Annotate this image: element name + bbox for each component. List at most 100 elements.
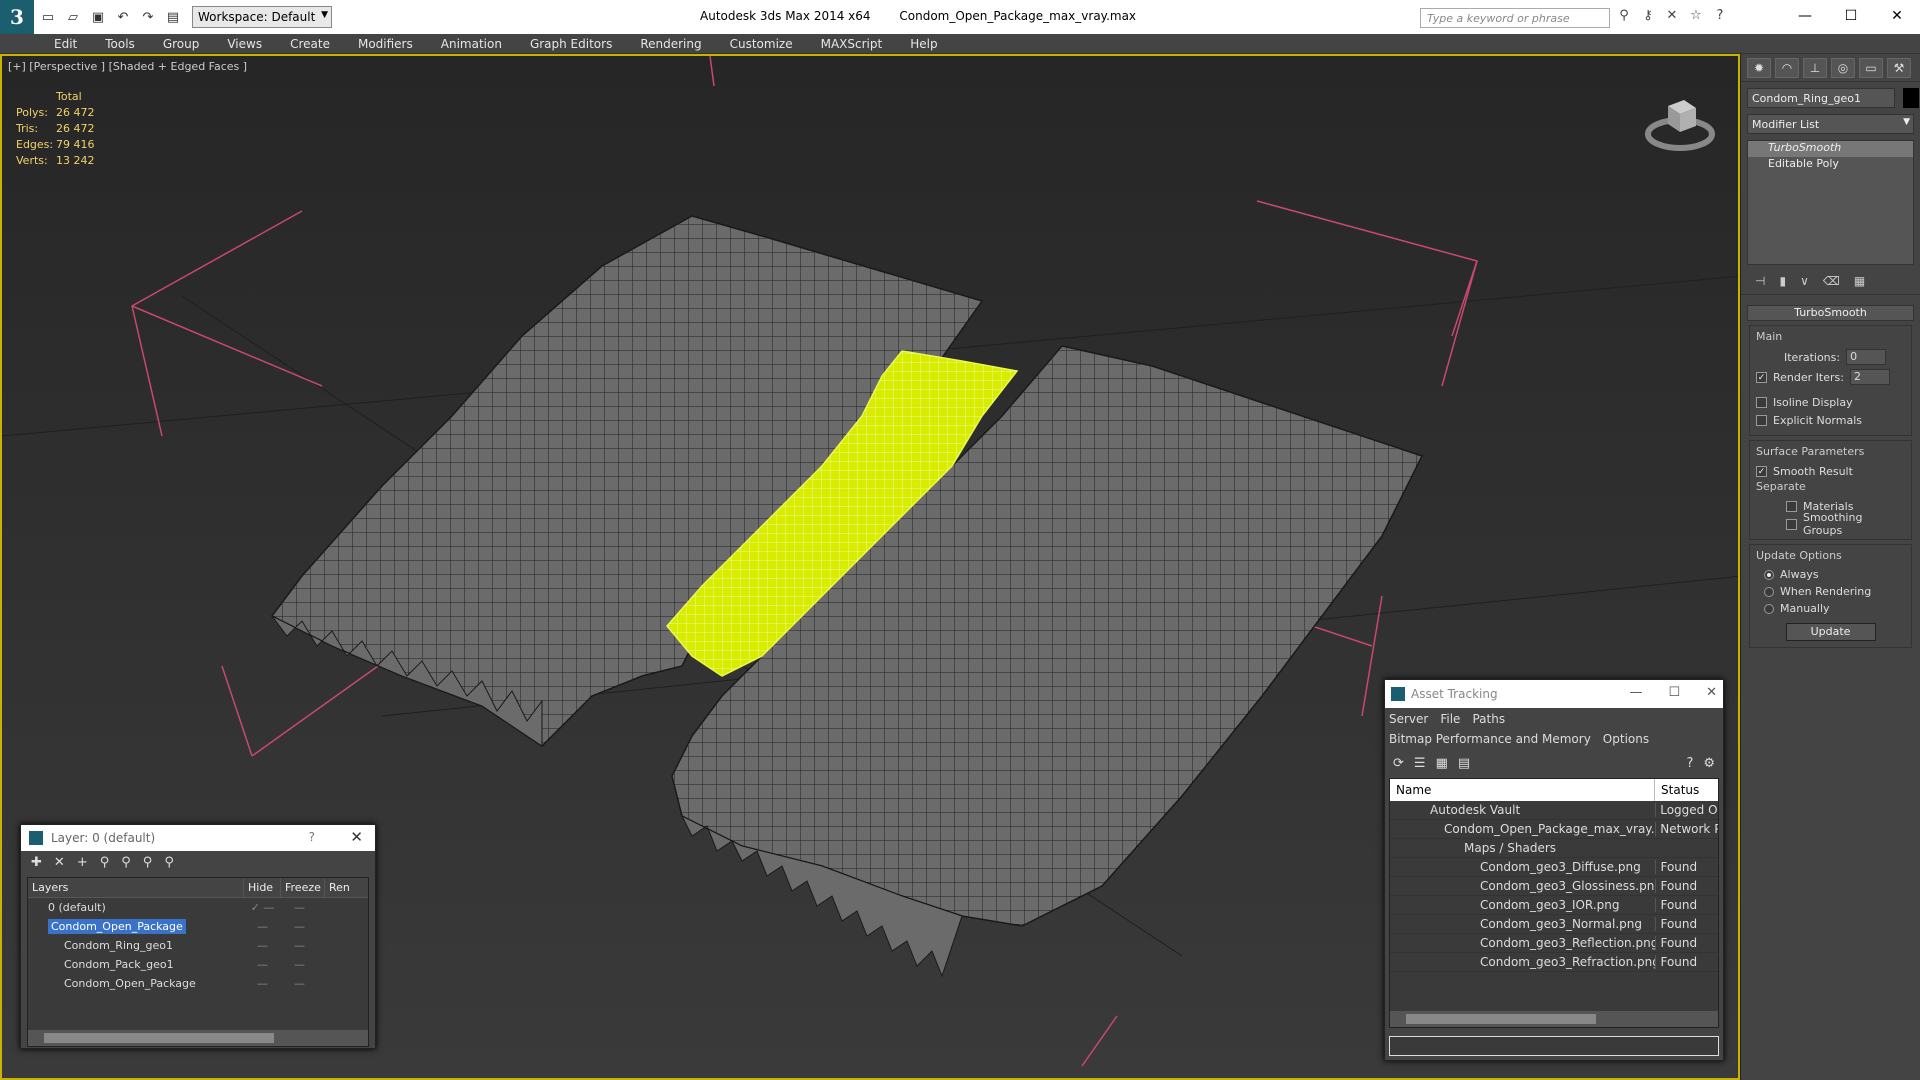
create-tab-icon[interactable]: ✹ (1747, 58, 1771, 78)
utilities-tab-icon[interactable]: ⚒ (1887, 58, 1911, 78)
project-folder-icon[interactable]: ▤ (162, 6, 184, 28)
delete-layer-icon[interactable]: ✕ (54, 855, 65, 873)
layer-window-titlebar[interactable]: Layer: 0 (default) ? ✕ (21, 825, 375, 851)
maximize-icon[interactable]: ☐ (1828, 0, 1874, 32)
close-icon[interactable]: ✕ (1874, 0, 1920, 32)
asset-row[interactable]: Condom_geo3_Normal.png Found (1390, 915, 1718, 934)
key-icon[interactable]: ⚷ (1639, 8, 1657, 26)
asset-row[interactable]: Condom_geo3_IOR.png Found (1390, 896, 1718, 915)
hide-toggle[interactable]: — (244, 958, 281, 971)
asset-row[interactable]: Condom_geo3_Refraction.png Found (1390, 953, 1718, 972)
freeze-toggle[interactable]: — (281, 977, 318, 990)
explicit-normals-checkbox[interactable]: Explicit Normals (1756, 411, 1905, 429)
modifier-list-dropdown[interactable]: Modifier List ▼ (1747, 114, 1914, 134)
always-radio[interactable]: Always (1756, 566, 1905, 583)
close-icon[interactable]: ✕ (350, 828, 363, 846)
update-button[interactable]: Update (1785, 623, 1876, 641)
hierarchy-tab-icon[interactable]: ⊥ (1803, 58, 1827, 78)
column-status[interactable]: Status (1655, 779, 1718, 801)
help-icon[interactable]: ? (1711, 8, 1729, 26)
maximize-icon[interactable]: ☐ (1668, 685, 1680, 700)
minimize-icon[interactable]: — (1629, 685, 1642, 700)
iterations-spinner[interactable]: 0 (1846, 349, 1887, 365)
show-end-result-icon[interactable]: ▮ (1779, 274, 1786, 291)
column-freeze[interactable]: Freeze (281, 878, 325, 897)
stack-item-editable-poly[interactable]: Editable Poly (1748, 157, 1913, 173)
app-menu-icon[interactable]: 3 (0, 0, 34, 34)
menu-views[interactable]: Views (213, 34, 276, 53)
hide-toggle[interactable]: — (244, 977, 281, 990)
list-view-icon[interactable]: ☰ (1414, 756, 1426, 774)
menu-file[interactable]: File (1440, 712, 1460, 726)
render-iters-checkbox[interactable]: ✓ (1756, 368, 1773, 386)
menu-server[interactable]: Server (1389, 712, 1428, 726)
highlight-layer-icon[interactable]: ⚲ (121, 855, 131, 873)
workspace-dropdown[interactable]: Workspace: Default ▼ (192, 6, 332, 28)
scrollbar-thumb[interactable] (1406, 1014, 1596, 1024)
menu-customize[interactable]: Customize (716, 34, 807, 53)
make-unique-icon[interactable]: ∨ (1800, 274, 1809, 291)
tools-icon[interactable]: ✕ (1663, 8, 1681, 26)
menu-create[interactable]: Create (276, 34, 344, 53)
settings-icon[interactable]: ⚙ (1703, 756, 1715, 774)
asset-row[interactable]: Condom_geo3_Diffuse.png Found (1390, 858, 1718, 877)
new-file-icon[interactable]: ▭ (37, 6, 59, 28)
hide-toggle[interactable]: — (244, 939, 281, 952)
horizontal-scrollbar[interactable] (28, 1030, 368, 1046)
asset-row[interactable]: Condom_geo3_Glossiness.png Found (1390, 877, 1718, 896)
menu-paths[interactable]: Paths (1472, 712, 1505, 726)
horizontal-scrollbar[interactable] (1390, 1011, 1718, 1027)
menu-graph-editors[interactable]: Graph Editors (516, 34, 626, 53)
search-input[interactable]: Type a keyword or phrase (1420, 8, 1610, 28)
freeze-toggle[interactable]: — (281, 958, 318, 971)
viewcube-icon[interactable] (1644, 86, 1716, 158)
layer-row[interactable]: Condom_Pack_geo1 — — (28, 955, 368, 974)
modify-tab-icon[interactable]: ◠ (1775, 58, 1799, 78)
menu-options[interactable]: Options (1603, 732, 1649, 746)
column-render[interactable]: Ren (325, 878, 365, 897)
render-iters-spinner[interactable]: 2 (1849, 369, 1890, 385)
help-icon[interactable]: ? (309, 830, 315, 844)
asset-row[interactable]: Condom_Open_Package_max_vray.maxNetwork … (1390, 820, 1718, 839)
freeze-toggle[interactable]: — (281, 920, 318, 933)
star-icon[interactable]: ☆ (1687, 8, 1705, 26)
menu-help[interactable]: Help (896, 34, 951, 53)
menu-tools[interactable]: Tools (91, 34, 149, 53)
thumbnail-view-icon[interactable]: ▦ (1436, 756, 1448, 774)
viewport-label[interactable]: [+] [Perspective ] [Shaded + Edged Faces… (8, 60, 247, 73)
menu-animation[interactable]: Animation (427, 34, 516, 53)
scrollbar-thumb[interactable] (44, 1033, 274, 1043)
menu-modifiers[interactable]: Modifiers (344, 34, 427, 53)
hide-all-icon[interactable]: ⚲ (143, 855, 153, 873)
save-icon[interactable]: ▣ (87, 6, 109, 28)
table-view-icon[interactable]: ▤ (1458, 756, 1470, 774)
create-layer-icon[interactable]: ✚ (31, 855, 42, 873)
asset-row[interactable]: Maps / Shaders (1390, 839, 1718, 858)
stack-item-turbosmooth[interactable]: TurboSmooth (1748, 141, 1913, 157)
open-file-icon[interactable]: ▱ (62, 6, 84, 28)
hide-toggle[interactable]: — (244, 920, 281, 933)
column-hide[interactable]: Hide (244, 878, 281, 897)
asset-row[interactable]: Autodesk Vault Logged Ou (1390, 801, 1718, 820)
column-name[interactable]: Name (1390, 779, 1656, 801)
when-rendering-radio[interactable]: When Rendering (1756, 583, 1905, 600)
hide-toggle[interactable]: ✓ — (244, 901, 281, 914)
object-name-field[interactable]: Condom_Ring_geo1 (1747, 88, 1895, 108)
add-to-layer-icon[interactable]: + (77, 855, 88, 873)
motion-tab-icon[interactable]: ◎ (1831, 58, 1855, 78)
freeze-toggle[interactable]: — (281, 901, 318, 914)
smooth-result-checkbox[interactable]: ✓ Smooth Result (1756, 462, 1905, 480)
turbosmooth-rollout-title[interactable]: TurboSmooth (1747, 305, 1914, 321)
menu-edit[interactable]: Edit (40, 34, 91, 53)
menu-rendering[interactable]: Rendering (626, 34, 715, 53)
pin-stack-icon[interactable]: ⊣ (1755, 274, 1765, 291)
minimize-icon[interactable]: — (1782, 0, 1828, 32)
help-icon[interactable]: ? (1686, 756, 1693, 774)
freeze-toggle[interactable]: — (281, 939, 318, 952)
refresh-icon[interactable]: ⟳ (1393, 756, 1404, 774)
layer-row[interactable]: Condom_Ring_geo1 — — (28, 936, 368, 955)
layer-row[interactable]: Condom_Open_Package — — (28, 974, 368, 993)
column-layers[interactable]: Layers (28, 878, 244, 897)
layer-row[interactable]: 0 (default) ✓ — — (28, 898, 368, 917)
menu-maxscript[interactable]: MAXScript (807, 34, 897, 53)
